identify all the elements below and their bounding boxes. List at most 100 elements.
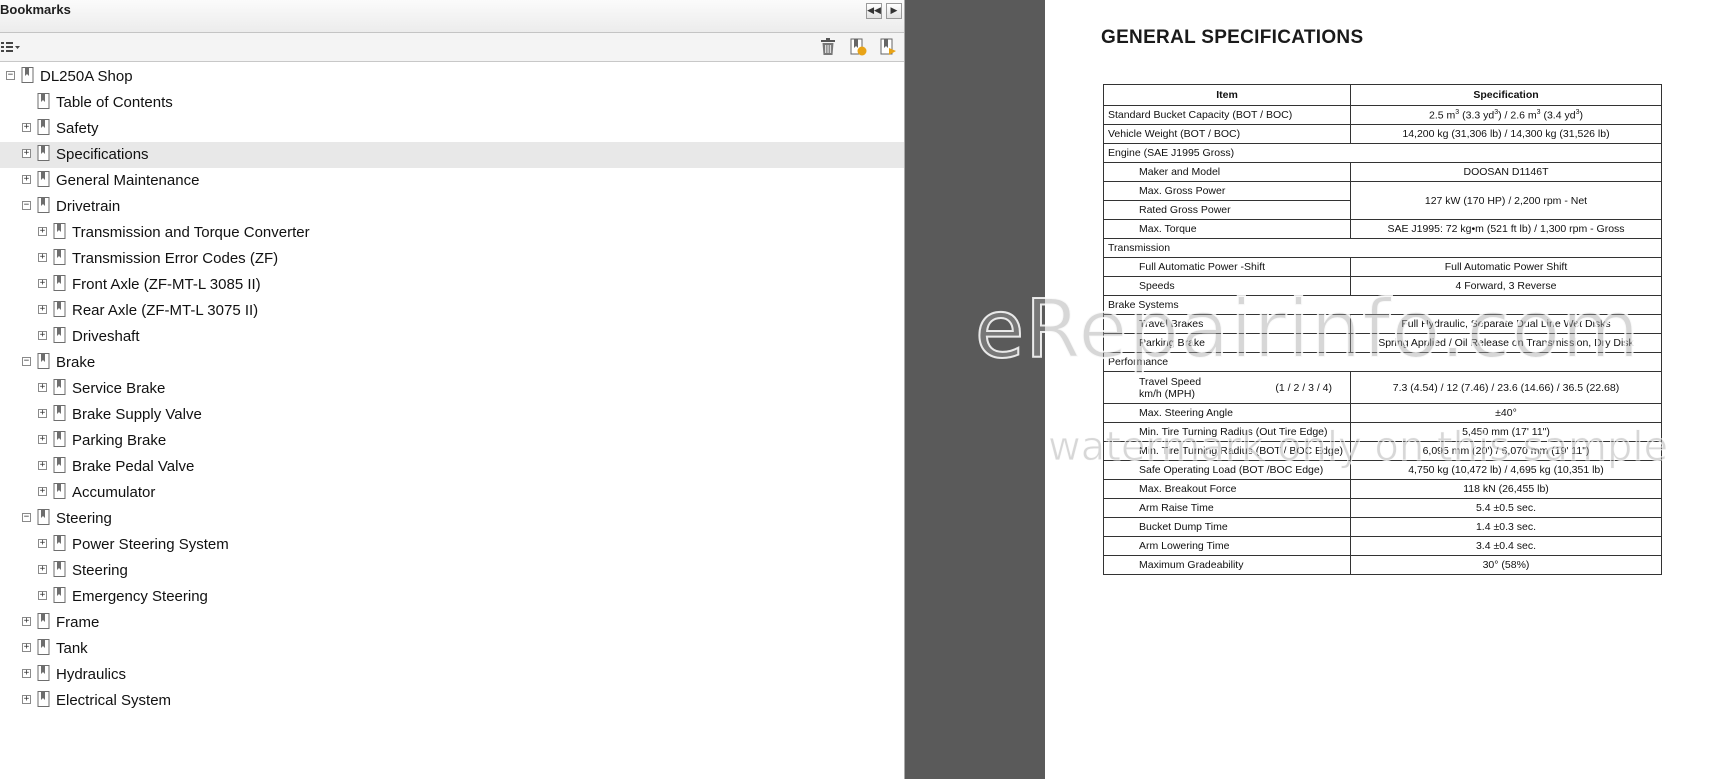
bookmark-item[interactable]: + Frame xyxy=(0,610,904,636)
bookmark-label: Electrical System xyxy=(56,692,172,709)
row-item: Arm Lowering Time xyxy=(1103,536,1351,556)
new-bookmark-button[interactable] xyxy=(848,37,868,57)
expand-icon[interactable]: + xyxy=(22,123,31,132)
right-arrow-icon: ▶ xyxy=(890,6,898,16)
bookmark-item[interactable]: + Hydraulics xyxy=(0,662,904,688)
bookmark-item[interactable]: + General Maintenance xyxy=(0,168,904,194)
expand-icon[interactable]: + xyxy=(22,695,31,704)
bookmark-icon xyxy=(53,561,66,577)
bookmark-label: Accumulator xyxy=(72,484,156,501)
bookmark-icon xyxy=(37,197,50,213)
bookmark-icon xyxy=(37,613,50,629)
row-value: DOOSAN D1146T xyxy=(1350,162,1662,182)
expand-icon[interactable]: + xyxy=(22,175,31,184)
delete-bookmark-button[interactable] xyxy=(818,37,838,57)
table-row: Maximum Gradeability 30° (58%) xyxy=(1103,555,1662,575)
bookmark-icon xyxy=(37,93,50,109)
expand-icon[interactable]: + xyxy=(38,539,47,548)
table-row: Bucket Dump Time 1.4 ±0.3 sec. xyxy=(1103,517,1662,537)
row-item: Standard Bucket Capacity (BOT / BOC) xyxy=(1103,105,1351,125)
row-value: 3.4 ±0.4 sec. xyxy=(1350,536,1662,556)
options-menu-button[interactable] xyxy=(0,37,22,57)
bookmark-arrow-icon xyxy=(880,38,896,55)
bookmark-item[interactable]: + Brake Supply Valve xyxy=(0,402,904,428)
collapse-icon[interactable]: − xyxy=(22,513,31,522)
expand-icon[interactable]: + xyxy=(38,591,47,600)
bookmark-item[interactable]: + Accumulator xyxy=(0,480,904,506)
bookmark-label: Transmission and Torque Converter xyxy=(72,224,310,241)
row-item: Travel Speed km/h (MPH) (1 / 2 / 3 / 4) xyxy=(1103,371,1351,404)
expand-panel-button[interactable]: ▶ xyxy=(886,3,902,19)
bookmark-item[interactable]: + Service Brake xyxy=(0,376,904,402)
bookmark-item[interactable]: + Tank xyxy=(0,636,904,662)
collapse-icon[interactable]: − xyxy=(6,71,15,80)
row-item: Vehicle Weight (BOT / BOC) xyxy=(1103,124,1351,144)
bookmarks-header: Bookmarks ◀◀ ▶ xyxy=(0,0,904,33)
bookmark-icon xyxy=(53,249,66,265)
row-value: ±40° xyxy=(1350,403,1662,423)
bookmark-icon xyxy=(37,171,50,187)
expand-icon[interactable]: + xyxy=(38,383,47,392)
expand-icon[interactable]: + xyxy=(22,617,31,626)
bookmark-icon xyxy=(53,587,66,603)
bookmark-item[interactable]: + Emergency Steering xyxy=(0,584,904,610)
collapse-icon[interactable]: − xyxy=(22,357,31,366)
collapse-icon[interactable]: − xyxy=(22,201,31,210)
collapse-panel-button[interactable]: ◀◀ xyxy=(866,3,882,19)
bookmark-item[interactable]: − Brake xyxy=(0,350,904,376)
bookmark-item[interactable]: + Driveshaft xyxy=(0,324,904,350)
table-row: Max. Steering Angle ±40° xyxy=(1103,403,1662,423)
bookmark-icon xyxy=(37,119,50,135)
bookmark-item[interactable]: − Steering xyxy=(0,506,904,532)
row-item: Max. Gross Power xyxy=(1103,181,1351,201)
expand-icon[interactable]: + xyxy=(38,435,47,444)
expand-icon[interactable]: + xyxy=(38,461,47,470)
bookmark-item[interactable]: + Electrical System xyxy=(0,688,904,714)
row-item: Maximum Gradeability xyxy=(1103,555,1351,575)
bookmark-icon xyxy=(37,691,50,707)
expand-icon[interactable]: + xyxy=(38,227,47,236)
bookmark-item[interactable]: + Brake Pedal Valve xyxy=(0,454,904,480)
bookmark-label: DL250A Shop xyxy=(40,68,133,85)
expand-icon[interactable]: + xyxy=(38,409,47,418)
bookmark-item[interactable]: + Specifications xyxy=(0,142,904,168)
expand-icon[interactable]: + xyxy=(38,305,47,314)
bookmark-label: Parking Brake xyxy=(72,432,167,449)
bookmark-item[interactable]: − Drivetrain xyxy=(0,194,904,220)
bookmark-icon xyxy=(53,535,66,551)
bookmark-item[interactable]: + Transmission Error Codes (ZF) xyxy=(0,246,904,272)
new-bookmark-icon xyxy=(850,38,867,56)
row-value: 14,200 kg (31,306 lb) / 14,300 kg (31,52… xyxy=(1350,124,1662,144)
row-value: 127 kW (170 HP) / 2,200 rpm - Net xyxy=(1350,181,1662,220)
bookmark-item[interactable]: − DL250A Shop xyxy=(0,64,904,90)
bookmark-item[interactable]: + Steering xyxy=(0,558,904,584)
expand-icon[interactable]: + xyxy=(38,331,47,340)
bookmark-item[interactable]: + Rear Axle (ZF-MT-L 3075 II) xyxy=(0,298,904,324)
row-item: Rated Gross Power xyxy=(1103,200,1351,220)
bookmark-icon xyxy=(37,639,50,655)
table-row: Max. Gross Power 127 kW (170 HP) / 2,200… xyxy=(1103,181,1662,220)
bookmark-label: Tank xyxy=(56,640,88,657)
bookmark-item[interactable]: + Parking Brake xyxy=(0,428,904,454)
expand-icon[interactable]: + xyxy=(22,669,31,678)
expand-bookmark-button[interactable] xyxy=(878,37,898,57)
expand-icon[interactable]: + xyxy=(38,279,47,288)
bookmark-item[interactable]: Table of Contents xyxy=(0,90,904,116)
row-item: Max. Breakout Force xyxy=(1103,479,1351,499)
table-row: Maker and Model DOOSAN D1146T xyxy=(1103,162,1662,182)
expand-icon[interactable]: + xyxy=(38,253,47,262)
bookmark-icon xyxy=(37,509,50,525)
expand-icon[interactable]: + xyxy=(38,487,47,496)
expand-icon[interactable]: + xyxy=(22,149,31,158)
row-item: Max. Steering Angle xyxy=(1103,403,1351,423)
bookmark-item[interactable]: + Power Steering System xyxy=(0,532,904,558)
expand-icon[interactable]: + xyxy=(22,643,31,652)
bookmark-label: Specifications xyxy=(56,146,149,163)
bookmarks-toolbar xyxy=(0,33,904,62)
bookmark-item[interactable]: + Transmission and Torque Converter xyxy=(0,220,904,246)
bookmark-item[interactable]: + Safety xyxy=(0,116,904,142)
bookmark-label: Brake Pedal Valve xyxy=(72,458,195,475)
bookmark-item[interactable]: + Front Axle (ZF-MT-L 3085 II) xyxy=(0,272,904,298)
expand-icon[interactable]: + xyxy=(38,565,47,574)
section-row: Engine (SAE J1995 Gross) xyxy=(1103,143,1662,163)
